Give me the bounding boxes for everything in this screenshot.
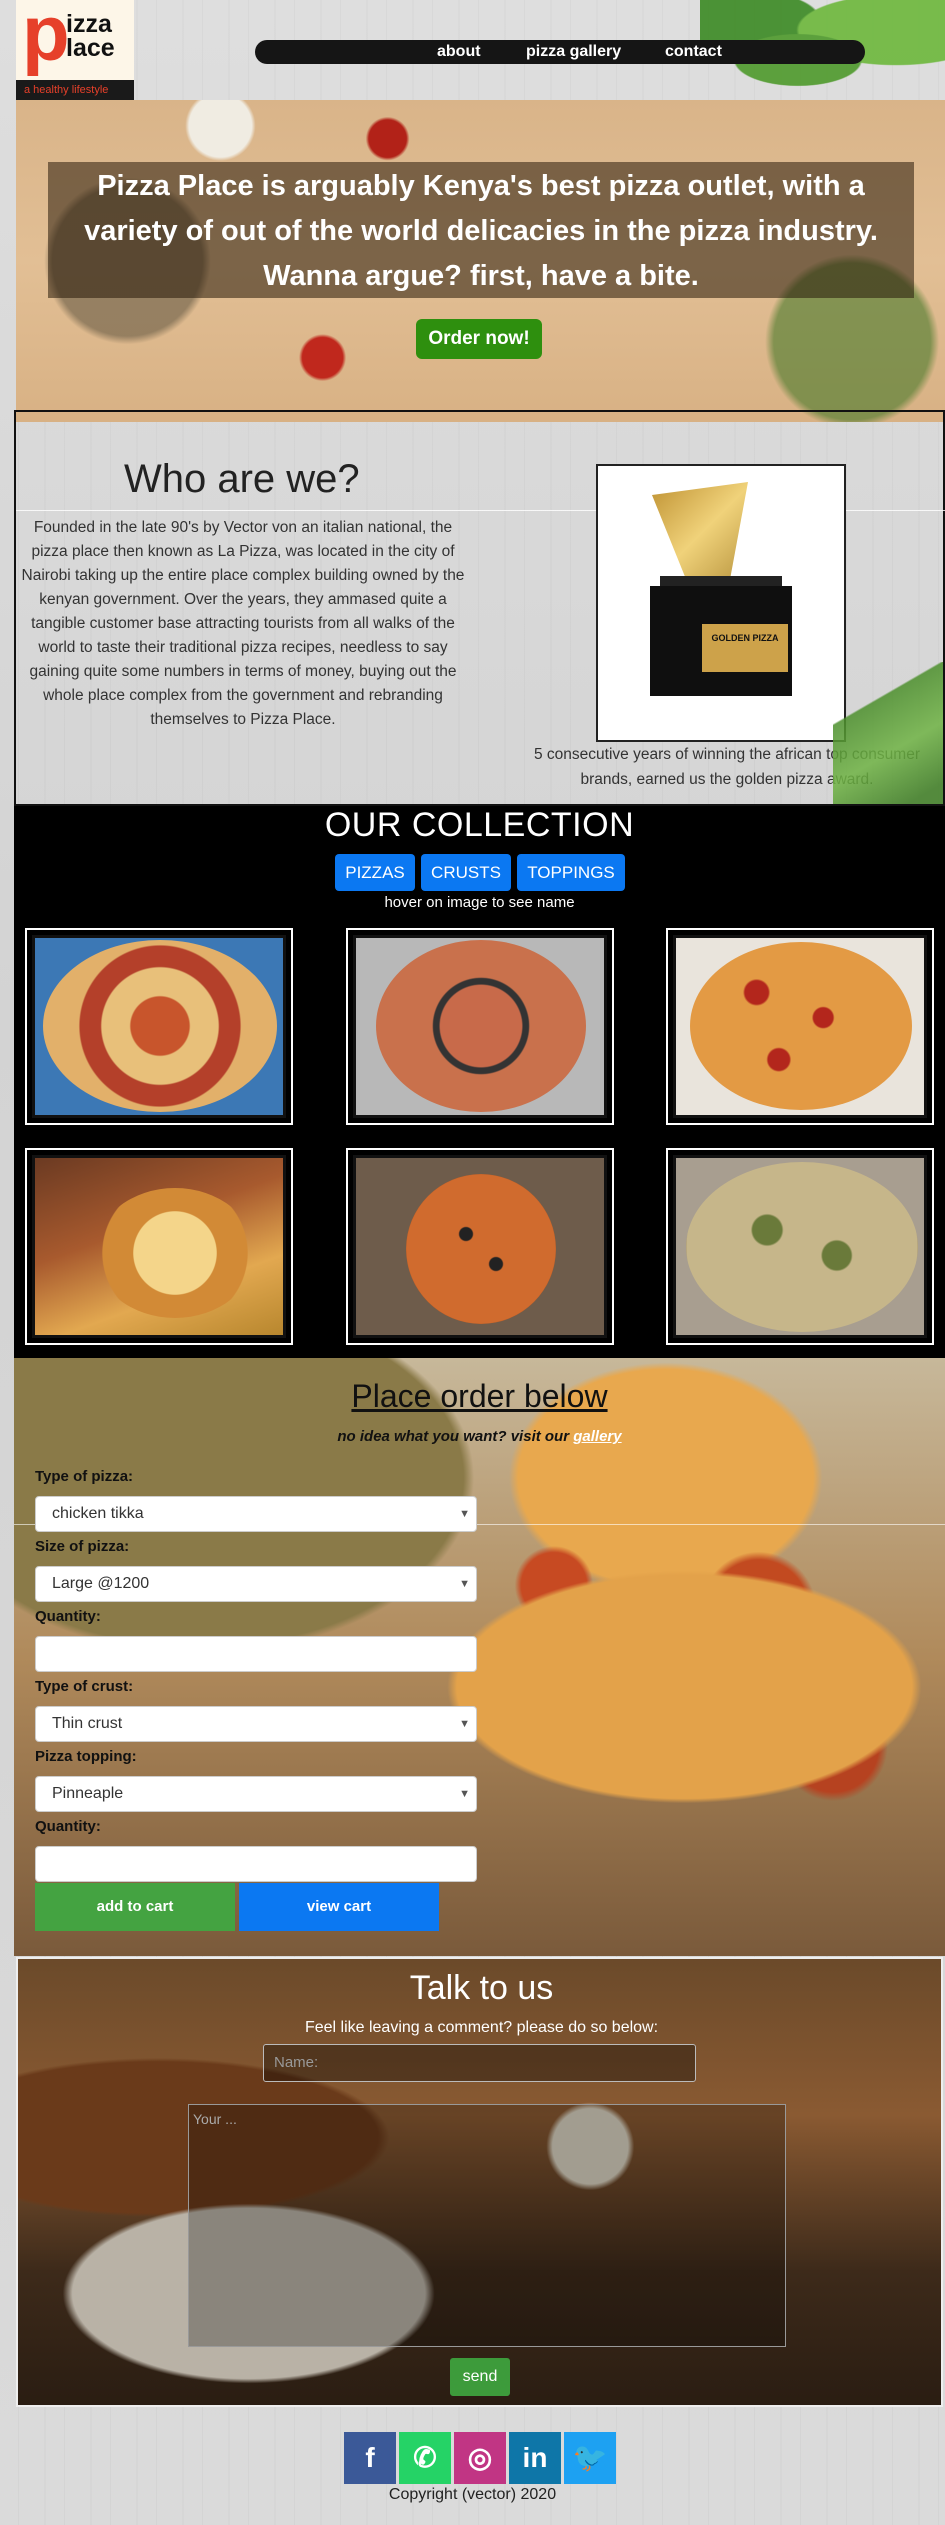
crust-select[interactable]: Thin crust ▼ bbox=[35, 1706, 477, 1742]
name-input[interactable]: Name: bbox=[263, 2044, 696, 2082]
chevron-down-icon: ▼ bbox=[459, 1508, 470, 1520]
facebook-icon[interactable]: f bbox=[344, 2432, 396, 2484]
nav-about-link[interactable]: about bbox=[437, 40, 481, 64]
contact-subtitle: Feel like leaving a comment? please do s… bbox=[304, 2019, 659, 2036]
order-title: Place order below bbox=[351, 1378, 608, 1414]
pizza-size-label: Size of pizza: bbox=[35, 1538, 130, 1555]
order-section: Place order below no idea what you want?… bbox=[14, 1358, 945, 1956]
about-section: Who are we? Founded in the late 90's by … bbox=[14, 410, 945, 806]
linkedin-icon[interactable]: in bbox=[509, 2432, 561, 2484]
order-hint-text: no idea what you want? visit our bbox=[337, 1428, 570, 1445]
pizza-size-value: Large @1200 bbox=[52, 1575, 150, 1592]
collection-section: OUR COLLECTION PIZZAS CRUSTS TOPPINGS ho… bbox=[14, 806, 945, 1358]
topping-quantity-input[interactable] bbox=[35, 1846, 477, 1882]
twitter-icon[interactable]: 🐦 bbox=[564, 2432, 616, 2484]
crust-label: Type of crust: bbox=[35, 1678, 134, 1695]
pizza-type-value: chicken tikka bbox=[52, 1505, 144, 1522]
pizza-image-5[interactable] bbox=[346, 1148, 614, 1345]
logo-letter: p bbox=[22, 0, 70, 77]
order-hint: no idea what you want? visit our gallery bbox=[14, 1428, 945, 1445]
chevron-down-icon: ▼ bbox=[459, 1718, 470, 1730]
logo: p izza lace a healthy lifestyle bbox=[16, 0, 134, 100]
golden-pizza-trophy-image: GOLDEN PIZZA bbox=[596, 464, 846, 742]
collection-hint: hover on image to see name bbox=[384, 894, 575, 911]
logo-word-bottom: lace bbox=[66, 34, 115, 62]
nav-bar: about pizza gallery contact bbox=[255, 40, 865, 64]
collection-title: OUR COLLECTION bbox=[324, 806, 635, 844]
message-textarea[interactable]: Your ... bbox=[188, 2104, 786, 2347]
about-title: Who are we? bbox=[124, 457, 360, 501]
pizza-image-3[interactable] bbox=[666, 928, 934, 1125]
pizza-size-select[interactable]: Large @1200 ▼ bbox=[35, 1566, 477, 1602]
hero-banner: Pizza Place is arguably Kenya's best piz… bbox=[16, 100, 945, 422]
chevron-down-icon: ▼ bbox=[459, 1578, 470, 1590]
topping-value: Pinneaple bbox=[52, 1785, 124, 1802]
pizza-image-1[interactable] bbox=[25, 928, 293, 1125]
pizzas-filter-button[interactable]: PIZZAS bbox=[335, 854, 415, 891]
pizza-image-4[interactable] bbox=[25, 1148, 293, 1345]
topping-select[interactable]: Pinneaple ▼ bbox=[35, 1776, 477, 1812]
send-button[interactable]: send bbox=[450, 2358, 510, 2396]
chevron-down-icon: ▼ bbox=[459, 1788, 470, 1800]
copyright-text: Copyright (vector) 2020 bbox=[388, 2486, 557, 2503]
order-now-button[interactable]: Order now! bbox=[416, 319, 542, 359]
instagram-icon[interactable]: ◎ bbox=[454, 2432, 506, 2484]
add-to-cart-button[interactable]: add to cart bbox=[35, 1883, 235, 1931]
pizza-image-2[interactable] bbox=[346, 928, 614, 1125]
pizza-type-label: Type of pizza: bbox=[35, 1468, 134, 1485]
topping-quantity-label: Quantity: bbox=[35, 1818, 101, 1835]
topping-label: Pizza topping: bbox=[35, 1748, 137, 1765]
view-cart-button[interactable]: view cart bbox=[239, 1883, 439, 1931]
whatsapp-icon[interactable]: ✆ bbox=[399, 2432, 451, 2484]
nav-gallery-link[interactable]: pizza gallery bbox=[526, 40, 621, 64]
hero-headline: Pizza Place is arguably Kenya's best piz… bbox=[84, 170, 878, 292]
crust-value: Thin crust bbox=[52, 1715, 123, 1732]
quantity-label: Quantity: bbox=[35, 1608, 101, 1625]
contact-title: Talk to us bbox=[409, 1969, 554, 2007]
about-text: Founded in the late 90's by Vector von a… bbox=[21, 519, 465, 728]
toppings-filter-button[interactable]: TOPPINGS bbox=[517, 854, 625, 891]
pizza-type-select[interactable]: chicken tikka ▼ bbox=[35, 1496, 477, 1532]
leaf-decoration bbox=[833, 662, 943, 804]
gallery-link[interactable]: gallery bbox=[573, 1428, 621, 1445]
crusts-filter-button[interactable]: CRUSTS bbox=[421, 854, 511, 891]
contact-section: Talk to us Feel like leaving a comment? … bbox=[16, 1957, 943, 2407]
nav-contact-link[interactable]: contact bbox=[665, 40, 722, 64]
trophy-plate: GOLDEN PIZZA bbox=[702, 624, 788, 672]
logo-tagline: a healthy lifestyle bbox=[16, 80, 134, 100]
quantity-input[interactable] bbox=[35, 1636, 477, 1672]
pizza-image-6[interactable] bbox=[666, 1148, 934, 1345]
